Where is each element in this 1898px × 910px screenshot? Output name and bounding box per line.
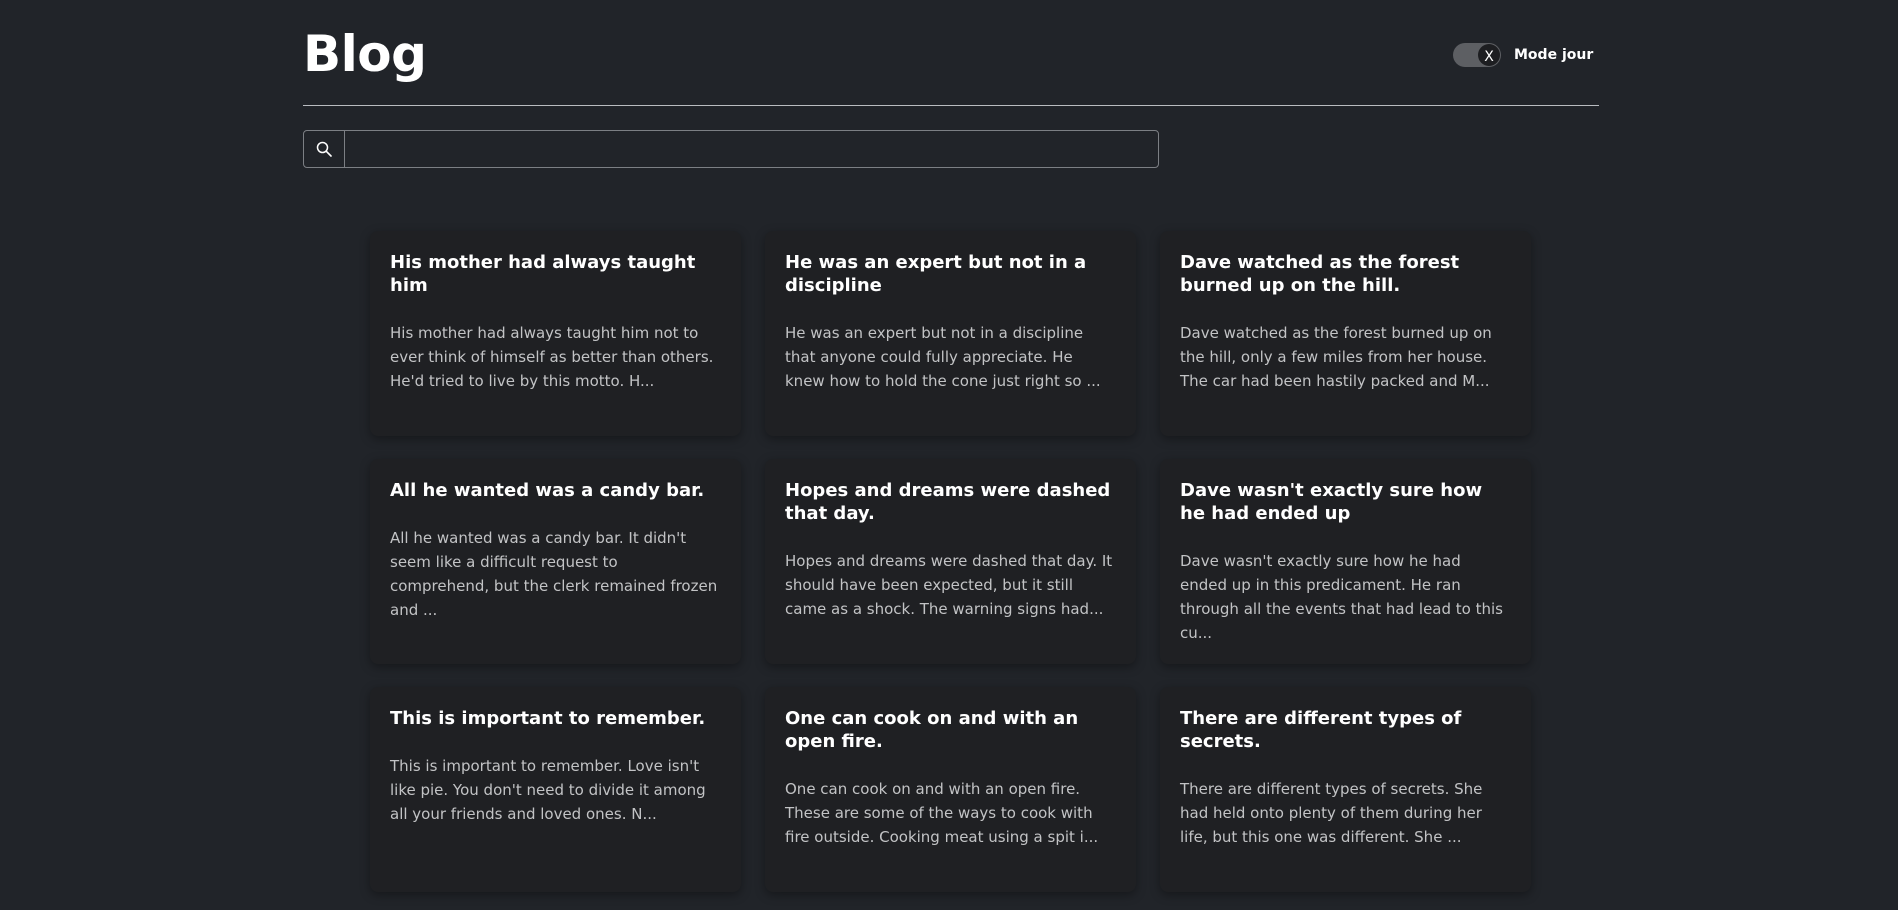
- post-title[interactable]: Dave wasn't exactly sure how he had ende…: [1180, 479, 1511, 525]
- post-card[interactable]: Hopes and dreams were dashed that day. H…: [765, 459, 1136, 664]
- search-bar: [303, 130, 1159, 168]
- posts-grid: His mother had always taught him His mot…: [370, 231, 1531, 892]
- search-input[interactable]: [345, 131, 1158, 167]
- post-title[interactable]: This is important to remember.: [390, 707, 721, 730]
- search-icon: [316, 141, 332, 157]
- post-excerpt: Hopes and dreams were dashed that day. I…: [785, 552, 1113, 618]
- page-container: Blog X Mode jour: [303, 0, 1599, 168]
- post-excerpt: This is important to remember. Love isn'…: [390, 757, 706, 823]
- post-title[interactable]: Dave watched as the forest burned up on …: [1180, 251, 1511, 297]
- post-excerpt: There are different types of secrets. Sh…: [1180, 780, 1483, 846]
- theme-toggle-label: Mode jour: [1514, 47, 1594, 63]
- post-card[interactable]: All he wanted was a candy bar. All he wa…: [370, 459, 741, 664]
- post-excerpt: Dave watched as the forest burned up on …: [1180, 324, 1492, 390]
- post-card[interactable]: This is important to remember. This is i…: [370, 687, 741, 892]
- post-title[interactable]: Hopes and dreams were dashed that day.: [785, 479, 1116, 525]
- post-card[interactable]: Dave wasn't exactly sure how he had ende…: [1160, 459, 1531, 664]
- post-title[interactable]: There are different types of secrets.: [1180, 707, 1511, 753]
- post-card[interactable]: His mother had always taught him His mot…: [370, 231, 741, 436]
- toggle-knob: X: [1478, 44, 1500, 66]
- page-title: Blog: [303, 25, 427, 83]
- post-card[interactable]: One can cook on and with an open fire. O…: [765, 687, 1136, 892]
- post-card[interactable]: There are different types of secrets. Th…: [1160, 687, 1531, 892]
- post-title[interactable]: His mother had always taught him: [390, 251, 721, 297]
- page-header: Blog X Mode jour: [303, 0, 1599, 106]
- post-title[interactable]: One can cook on and with an open fire.: [785, 707, 1116, 753]
- toggle-switch[interactable]: X: [1453, 43, 1501, 67]
- search-button[interactable]: [304, 131, 345, 167]
- post-card[interactable]: Dave watched as the forest burned up on …: [1160, 231, 1531, 436]
- theme-toggle[interactable]: X Mode jour: [1453, 43, 1593, 67]
- post-title[interactable]: All he wanted was a candy bar.: [390, 479, 721, 502]
- post-excerpt: All he wanted was a candy bar. It didn't…: [390, 529, 718, 619]
- post-excerpt: He was an expert but not in a discipline…: [785, 324, 1101, 390]
- post-excerpt: One can cook on and with an open fire. T…: [785, 780, 1099, 846]
- post-title[interactable]: He was an expert but not in a discipline: [785, 251, 1116, 297]
- post-card[interactable]: He was an expert but not in a discipline…: [765, 231, 1136, 436]
- post-excerpt: Dave wasn't exactly sure how he had ende…: [1180, 552, 1503, 642]
- post-excerpt: His mother had always taught him not to …: [390, 324, 714, 390]
